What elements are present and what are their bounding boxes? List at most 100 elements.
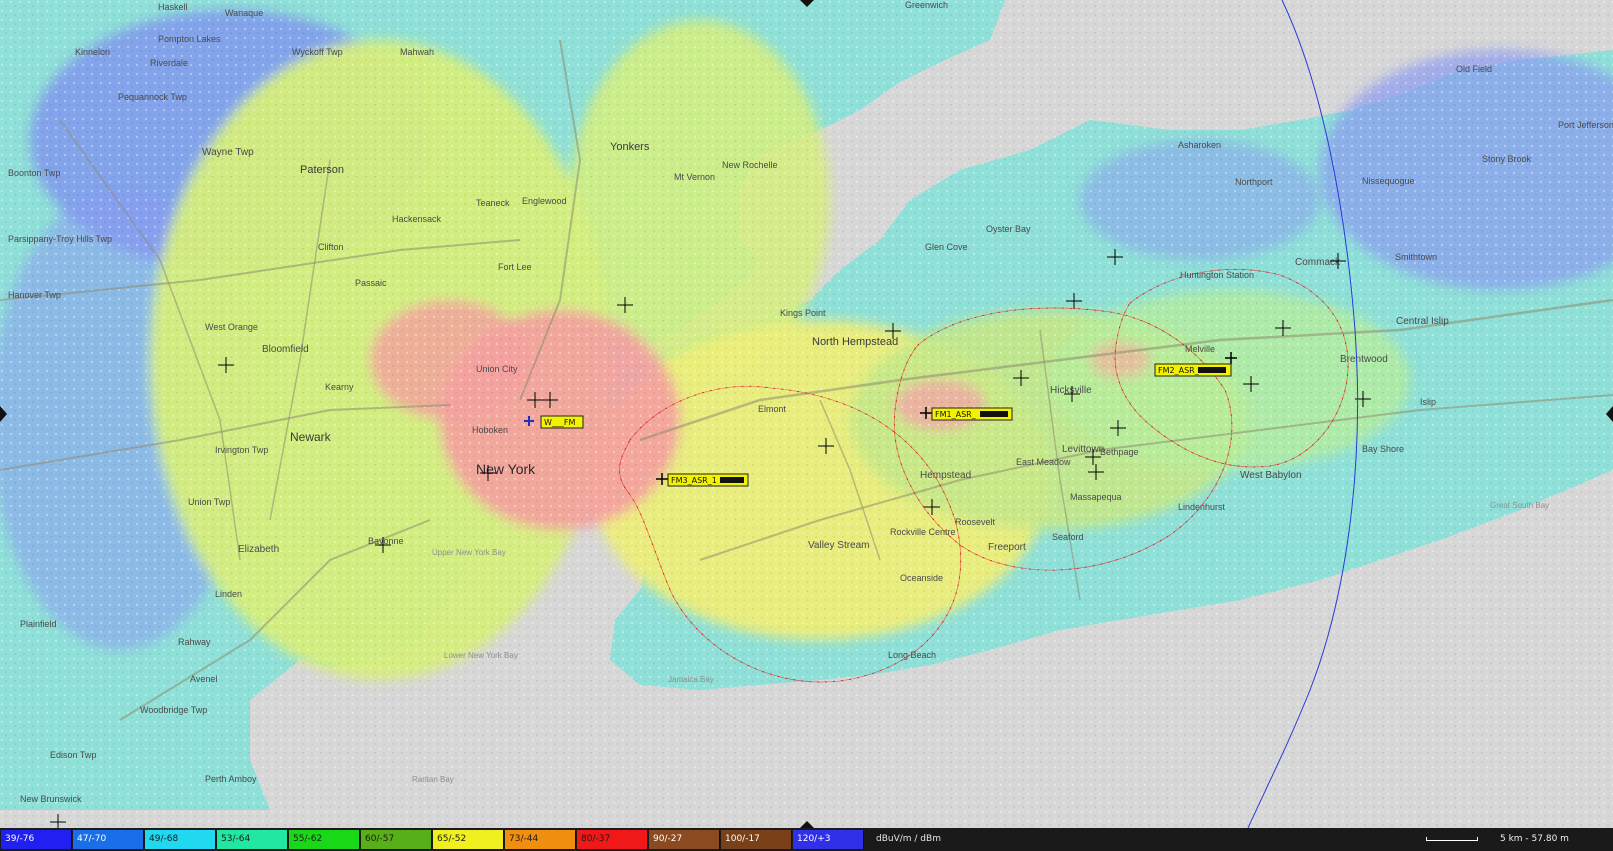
legend-swatch: 47/-70 bbox=[73, 830, 144, 849]
legend-swatch: 60/-57 bbox=[361, 830, 432, 849]
svg-text:Old Field: Old Field bbox=[1456, 64, 1492, 74]
svg-text:Perth Amboy: Perth Amboy bbox=[205, 774, 257, 784]
scale-bar bbox=[1426, 837, 1478, 841]
svg-text:Union City: Union City bbox=[476, 364, 518, 374]
svg-text:Oyster Bay: Oyster Bay bbox=[986, 224, 1031, 234]
svg-text:Kearny: Kearny bbox=[325, 382, 354, 392]
svg-text:Jamaica Bay: Jamaica Bay bbox=[668, 675, 714, 684]
svg-text:Bethpage: Bethpage bbox=[1100, 447, 1139, 457]
svg-text:Haskell: Haskell bbox=[158, 2, 188, 12]
svg-text:Greenwich: Greenwich bbox=[905, 0, 948, 10]
svg-text:Seaford: Seaford bbox=[1052, 532, 1084, 542]
svg-text:West Babylon: West Babylon bbox=[1240, 470, 1302, 481]
svg-text:Englewood: Englewood bbox=[522, 196, 567, 206]
svg-text:Plainfield: Plainfield bbox=[20, 619, 57, 629]
svg-text:Oceanside: Oceanside bbox=[900, 573, 943, 583]
svg-text:Wyckoff Twp: Wyckoff Twp bbox=[292, 47, 343, 57]
svg-text:New Rochelle: New Rochelle bbox=[722, 160, 778, 170]
svg-text:Valley Stream: Valley Stream bbox=[808, 540, 870, 551]
svg-text:Wayne Twp: Wayne Twp bbox=[202, 147, 254, 158]
svg-text:Edison Twp: Edison Twp bbox=[50, 750, 96, 760]
svg-text:Linden: Linden bbox=[215, 589, 242, 599]
transmitter-fm3[interactable]: FM3_ASR_1 bbox=[656, 473, 749, 487]
svg-text:Rockville Centre: Rockville Centre bbox=[890, 527, 956, 537]
svg-text:Central Islip: Central Islip bbox=[1396, 316, 1449, 327]
signal-legend: 39/-76 47/-70 49/-68 53/-64 55/-62 60/-5… bbox=[0, 828, 1613, 851]
svg-text:Avenel: Avenel bbox=[190, 674, 217, 684]
map-viewer[interactable]: Haskell Wanaque Pompton Lakes Kinnelon R… bbox=[0, 0, 1613, 851]
svg-text:Long Beach: Long Beach bbox=[888, 650, 936, 660]
svg-text:Rahway: Rahway bbox=[178, 637, 211, 647]
svg-text:Hoboken: Hoboken bbox=[472, 425, 508, 435]
svg-text:Upper New York Bay: Upper New York Bay bbox=[432, 548, 506, 557]
transmitter-fm1[interactable]: FM1_ASR_ bbox=[920, 407, 1013, 421]
svg-text:Huntington Station: Huntington Station bbox=[1180, 270, 1254, 280]
svg-text:Woodbridge Twp: Woodbridge Twp bbox=[140, 705, 207, 715]
svg-text:Raritan Bay: Raritan Bay bbox=[412, 775, 454, 784]
svg-text:Roosevelt: Roosevelt bbox=[955, 517, 996, 527]
svg-text:Mahwah: Mahwah bbox=[400, 47, 434, 57]
svg-text:FM3_ASR_1: FM3_ASR_1 bbox=[671, 476, 717, 485]
svg-text:Northport: Northport bbox=[1235, 177, 1273, 187]
terrain-texture bbox=[0, 0, 1613, 828]
svg-text:Fort Lee: Fort Lee bbox=[498, 262, 532, 272]
legend-swatch: 100/-17 bbox=[721, 830, 792, 849]
svg-text:Newark: Newark bbox=[290, 430, 332, 444]
coverage-map[interactable]: Haskell Wanaque Pompton Lakes Kinnelon R… bbox=[0, 0, 1613, 828]
svg-text:Teaneck: Teaneck bbox=[476, 198, 510, 208]
svg-text:Mt Vernon: Mt Vernon bbox=[674, 172, 715, 182]
svg-text:Levittown: Levittown bbox=[1062, 444, 1104, 455]
legend-swatch: 80/-37 bbox=[577, 830, 648, 849]
legend-swatch: 49/-68 bbox=[145, 830, 216, 849]
svg-text:Asharoken: Asharoken bbox=[1178, 140, 1221, 150]
svg-text:Bay Shore: Bay Shore bbox=[1362, 444, 1404, 454]
svg-text:Smithtown: Smithtown bbox=[1395, 252, 1437, 262]
svg-text:Massapequa: Massapequa bbox=[1070, 492, 1122, 502]
svg-text:Pompton Lakes: Pompton Lakes bbox=[158, 34, 221, 44]
svg-text:Riverdale: Riverdale bbox=[150, 58, 188, 68]
svg-text:West Orange: West Orange bbox=[205, 322, 258, 332]
svg-text:Great South Bay: Great South Bay bbox=[1490, 501, 1549, 510]
svg-text:Port Jefferson: Port Jefferson bbox=[1558, 120, 1613, 130]
legend-swatch: 120/+3 bbox=[793, 830, 864, 849]
svg-text:Clifton: Clifton bbox=[318, 242, 344, 252]
svg-text:Islip: Islip bbox=[1420, 397, 1436, 407]
svg-text:New York: New York bbox=[476, 461, 536, 477]
svg-text:Commack: Commack bbox=[1295, 257, 1341, 268]
svg-text:Irvington Twp: Irvington Twp bbox=[215, 445, 268, 455]
svg-text:Brentwood: Brentwood bbox=[1340, 354, 1388, 365]
svg-text:Hempstead: Hempstead bbox=[920, 470, 971, 481]
svg-text:New Brunswick: New Brunswick bbox=[20, 794, 82, 804]
legend-swatch: 65/-52 bbox=[433, 830, 504, 849]
legend-swatch: 73/-44 bbox=[505, 830, 576, 849]
svg-text:Freeport: Freeport bbox=[988, 542, 1026, 553]
svg-text:North Hempstead: North Hempstead bbox=[812, 336, 898, 348]
svg-text:Elizabeth: Elizabeth bbox=[238, 544, 279, 555]
svg-text:FM2_ASR_: FM2_ASR_ bbox=[1158, 366, 1200, 375]
legend-swatch: 39/-76 bbox=[1, 830, 72, 849]
svg-text:Pequannock Twp: Pequannock Twp bbox=[118, 92, 187, 102]
legend-swatch: 55/-62 bbox=[289, 830, 360, 849]
svg-text:Elmont: Elmont bbox=[758, 404, 787, 414]
svg-text:Kinnelon: Kinnelon bbox=[75, 47, 110, 57]
svg-text:Kings Point: Kings Point bbox=[780, 308, 826, 318]
svg-text:Stony Brook: Stony Brook bbox=[1482, 154, 1532, 164]
svg-text:W___FM: W___FM bbox=[544, 418, 576, 427]
svg-text:East Meadow: East Meadow bbox=[1016, 457, 1071, 467]
svg-text:Yonkers: Yonkers bbox=[610, 141, 650, 153]
svg-text:Bloomfield: Bloomfield bbox=[262, 344, 309, 355]
svg-text:Lindenhurst: Lindenhurst bbox=[1178, 502, 1226, 512]
legend-swatch: 90/-27 bbox=[649, 830, 720, 849]
svg-text:Glen Cove: Glen Cove bbox=[925, 242, 968, 252]
svg-text:Nissequogue: Nissequogue bbox=[1362, 176, 1415, 186]
scale-indicator: 5 km - 57.80 m bbox=[1426, 831, 1606, 848]
svg-text:Wanaque: Wanaque bbox=[225, 8, 263, 18]
svg-text:Boonton Twp: Boonton Twp bbox=[8, 168, 60, 178]
scale-label: 5 km - 57.80 m bbox=[1500, 834, 1569, 844]
svg-text:Parsippany-Troy Hills Twp: Parsippany-Troy Hills Twp bbox=[8, 234, 112, 244]
svg-text:Union Twp: Union Twp bbox=[188, 497, 230, 507]
svg-text:Hackensack: Hackensack bbox=[392, 214, 442, 224]
legend-swatch: 53/-64 bbox=[217, 830, 288, 849]
svg-text:Passaic: Passaic bbox=[355, 278, 387, 288]
svg-text:Paterson: Paterson bbox=[300, 164, 344, 176]
